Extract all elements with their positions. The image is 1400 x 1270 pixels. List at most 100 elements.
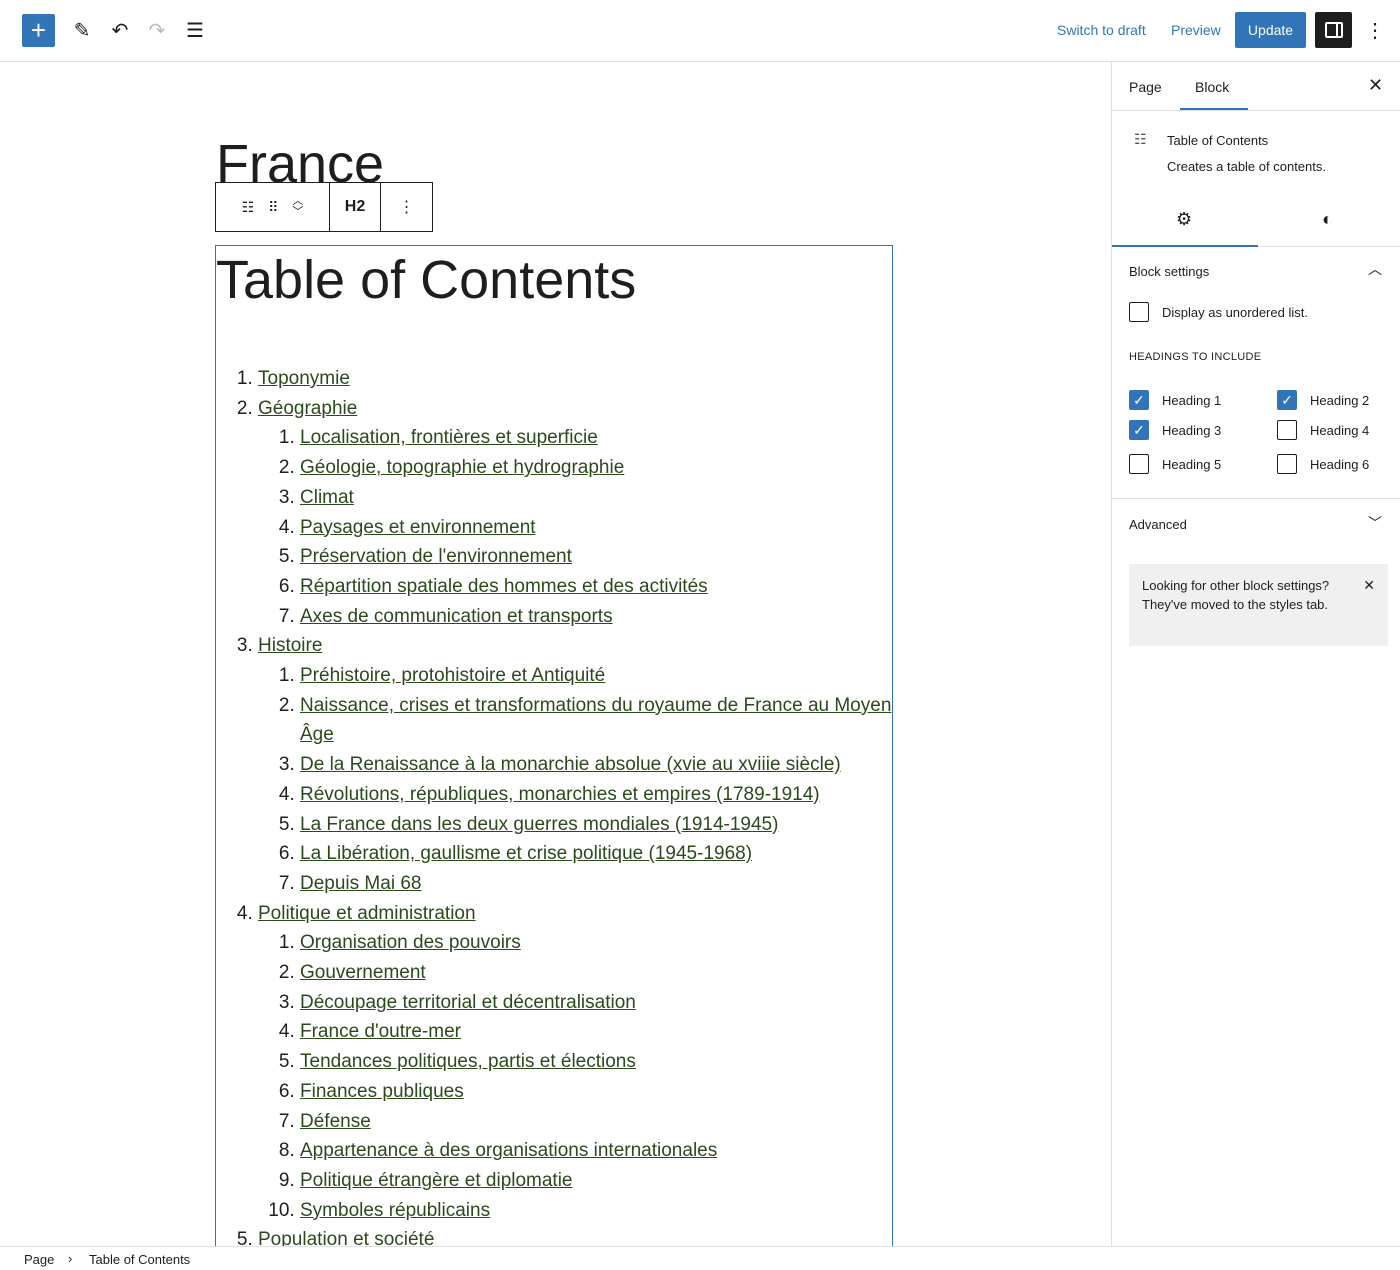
update-button[interactable]: Update [1235,12,1306,48]
headings-label: HEADINGS TO INCLUDE [1129,351,1262,363]
toc-icon: ☷ [1134,131,1147,147]
advanced-header[interactable]: Advanced [1129,517,1187,532]
toc-sublist: Organisation des pouvoirs Gouvernement Déc… [258,928,892,1225]
toc-subitem: Naissance, crises et transformations du … [300,691,892,750]
more-options-icon[interactable]: ⋮ [381,183,432,231]
heading-1-label: Heading 1 [1162,393,1222,408]
toc-subitem: Découpage territorial et décentralisatio… [300,988,892,1018]
breadcrumb-page[interactable]: Page [24,1252,54,1267]
toc-subitem: Gouvernement [300,958,892,988]
toc-link[interactable]: Gouvernement [300,962,426,983]
heading-2-checkbox[interactable]: ✓ [1277,390,1297,410]
block-description: Creates a table of contents. [1167,159,1326,174]
toc-link[interactable]: Géologie, topographie et hydrographie [300,457,624,478]
heading-4-checkbox[interactable] [1277,420,1297,440]
toc-link[interactable]: Géographie [258,398,357,419]
toc-item: Géographie Localisation, frontières et su… [258,394,892,632]
heading-1-checkbox[interactable]: ✓ [1129,390,1149,410]
toc-link[interactable]: Préservation de l'environnement [300,546,572,567]
heading-level-button[interactable]: H2 [330,183,381,231]
unordered-list-label: Display as unordered list. [1162,305,1308,320]
styles-contrast-icon[interactable]: ◐ [1322,209,1333,230]
top-toolbar: + ✎ ↶ ↷ ☰ Switch to draft Preview Update… [0,0,1400,62]
toc-link[interactable]: Tendances politiques, partis et élection… [300,1051,636,1072]
toc-link[interactable]: Population et société [258,1229,434,1246]
toc-link[interactable]: Histoire [258,635,322,656]
toc-subitem: Appartenance à des organisations interna… [300,1136,892,1166]
toc-link[interactable]: Appartenance à des organisations interna… [300,1140,717,1161]
toc-sublist: Préhistoire, protohistoire et Antiquité N… [258,661,892,899]
toc-link[interactable]: Axes de communication et transports [300,606,613,627]
toc-item: Toponymie [258,364,892,394]
toc-link[interactable]: Politique étrangère et diplomatie [300,1170,573,1191]
redo-icon[interactable]: ↷ [140,13,174,47]
toc-link[interactable]: La France dans les deux guerres mondiale… [300,814,778,835]
toc-link[interactable]: Politique et administration [258,903,476,924]
heading-2-label: Heading 2 [1310,393,1370,408]
add-block-button[interactable]: + [22,14,55,47]
toc-link[interactable]: Naissance, crises et transformations du … [300,695,891,746]
toc-link[interactable]: Révolutions, républiques, monarchies et … [300,784,820,805]
toc-subitem: Organisation des pouvoirs [300,928,892,958]
preview-button[interactable]: Preview [1171,22,1221,38]
toc-link[interactable]: Découpage territorial et décentralisatio… [300,992,636,1013]
tab-page[interactable]: Page [1129,79,1162,95]
sidebar-icon [1324,22,1343,38]
heading-3-label: Heading 3 [1162,423,1222,438]
block-settings-header[interactable]: Block settings [1129,264,1209,279]
drag-handle-icon[interactable]: ⠿ [268,199,278,216]
toc-subitem: Préhistoire, protohistoire et Antiquité [300,661,892,691]
settings-gear-icon[interactable]: ⚙ [1176,209,1192,230]
toc-link[interactable]: Paysages et environnement [300,517,536,538]
toc-subitem: Symboles républicains [300,1196,892,1226]
toc-block[interactable]: Table of Contents Toponymie Géographie Loc… [215,245,893,1246]
toc-link[interactable]: Toponymie [258,368,350,389]
switch-to-draft-button[interactable]: Switch to draft [1057,22,1146,38]
toc-link[interactable]: Répartition spatiale des hommes et des a… [300,576,708,597]
pencil-icon[interactable]: ✎ [65,13,99,47]
breadcrumb-block[interactable]: Table of Contents [89,1252,190,1267]
toc-link[interactable]: Climat [300,487,354,508]
unordered-list-checkbox[interactable] [1129,302,1149,322]
heading-6-label: Heading 6 [1310,457,1370,472]
block-name: Table of Contents [1167,133,1269,148]
toc-link[interactable]: Depuis Mai 68 [300,873,421,894]
settings-sidebar-toggle[interactable] [1315,12,1352,48]
toc-link[interactable]: Défense [300,1111,371,1132]
chevron-right-icon: › [68,1251,73,1266]
toc-link[interactable]: De la Renaissance à la monarchie absolue… [300,754,841,775]
settings-sidebar: Page Block ✕ ☷ Table of Contents Creates… [1111,62,1400,1246]
toc-link[interactable]: Préhistoire, protohistoire et Antiquité [300,665,605,686]
toc-title: Table of Contents [216,250,637,310]
move-up-down-icon[interactable]: ︿ ﹀ [292,196,303,218]
undo-icon[interactable]: ↶ [103,13,137,47]
toc-icon[interactable]: ☷ [242,199,255,216]
heading-5-checkbox[interactable] [1129,454,1149,474]
chevron-down-icon[interactable]: ﹀ [1368,513,1382,533]
toc-link[interactable]: Organisation des pouvoirs [300,932,521,953]
toc-subitem: Politique étrangère et diplomatie [300,1166,892,1196]
toc-subitem: Géologie, topographie et hydrographie [300,453,892,483]
toc-item: Population et société [258,1225,892,1246]
options-icon[interactable]: ⋮ [1358,13,1392,47]
toc-subitem: Localisation, frontières et superficie [300,423,892,453]
toc-subitem: Tendances politiques, partis et élection… [300,1047,892,1077]
toc-subitem: Finances publiques [300,1077,892,1107]
toc-subitem: Paysages et environnement [300,513,892,543]
heading-6-checkbox[interactable] [1277,454,1297,474]
list-view-icon[interactable]: ☰ [178,13,212,47]
heading-3-checkbox[interactable]: ✓ [1129,420,1149,440]
tab-block[interactable]: Block [1195,79,1229,95]
toc-link[interactable]: France d'outre-mer [300,1021,461,1042]
toc-link[interactable]: Localisation, frontières et superficie [300,427,598,448]
toc-subitem: France d'outre-mer [300,1017,892,1047]
chevron-up-icon[interactable]: ︿ [1368,259,1382,279]
close-icon[interactable]: ✕ [1368,75,1383,96]
toc-link[interactable]: Finances publiques [300,1081,464,1102]
toc-list: Toponymie Géographie Localisation, frontiè… [216,364,892,1246]
dismiss-icon[interactable]: ✕ [1363,576,1375,595]
toc-link[interactable]: La Libération, gaullisme et crise politi… [300,843,752,864]
toc-subitem: Répartition spatiale des hommes et des a… [300,572,892,602]
editor-canvas: France ☷ ⠿ ︿﹀ H2 ⋮ Table of Contents Top… [0,62,1111,1246]
toc-link[interactable]: Symboles républicains [300,1200,490,1221]
